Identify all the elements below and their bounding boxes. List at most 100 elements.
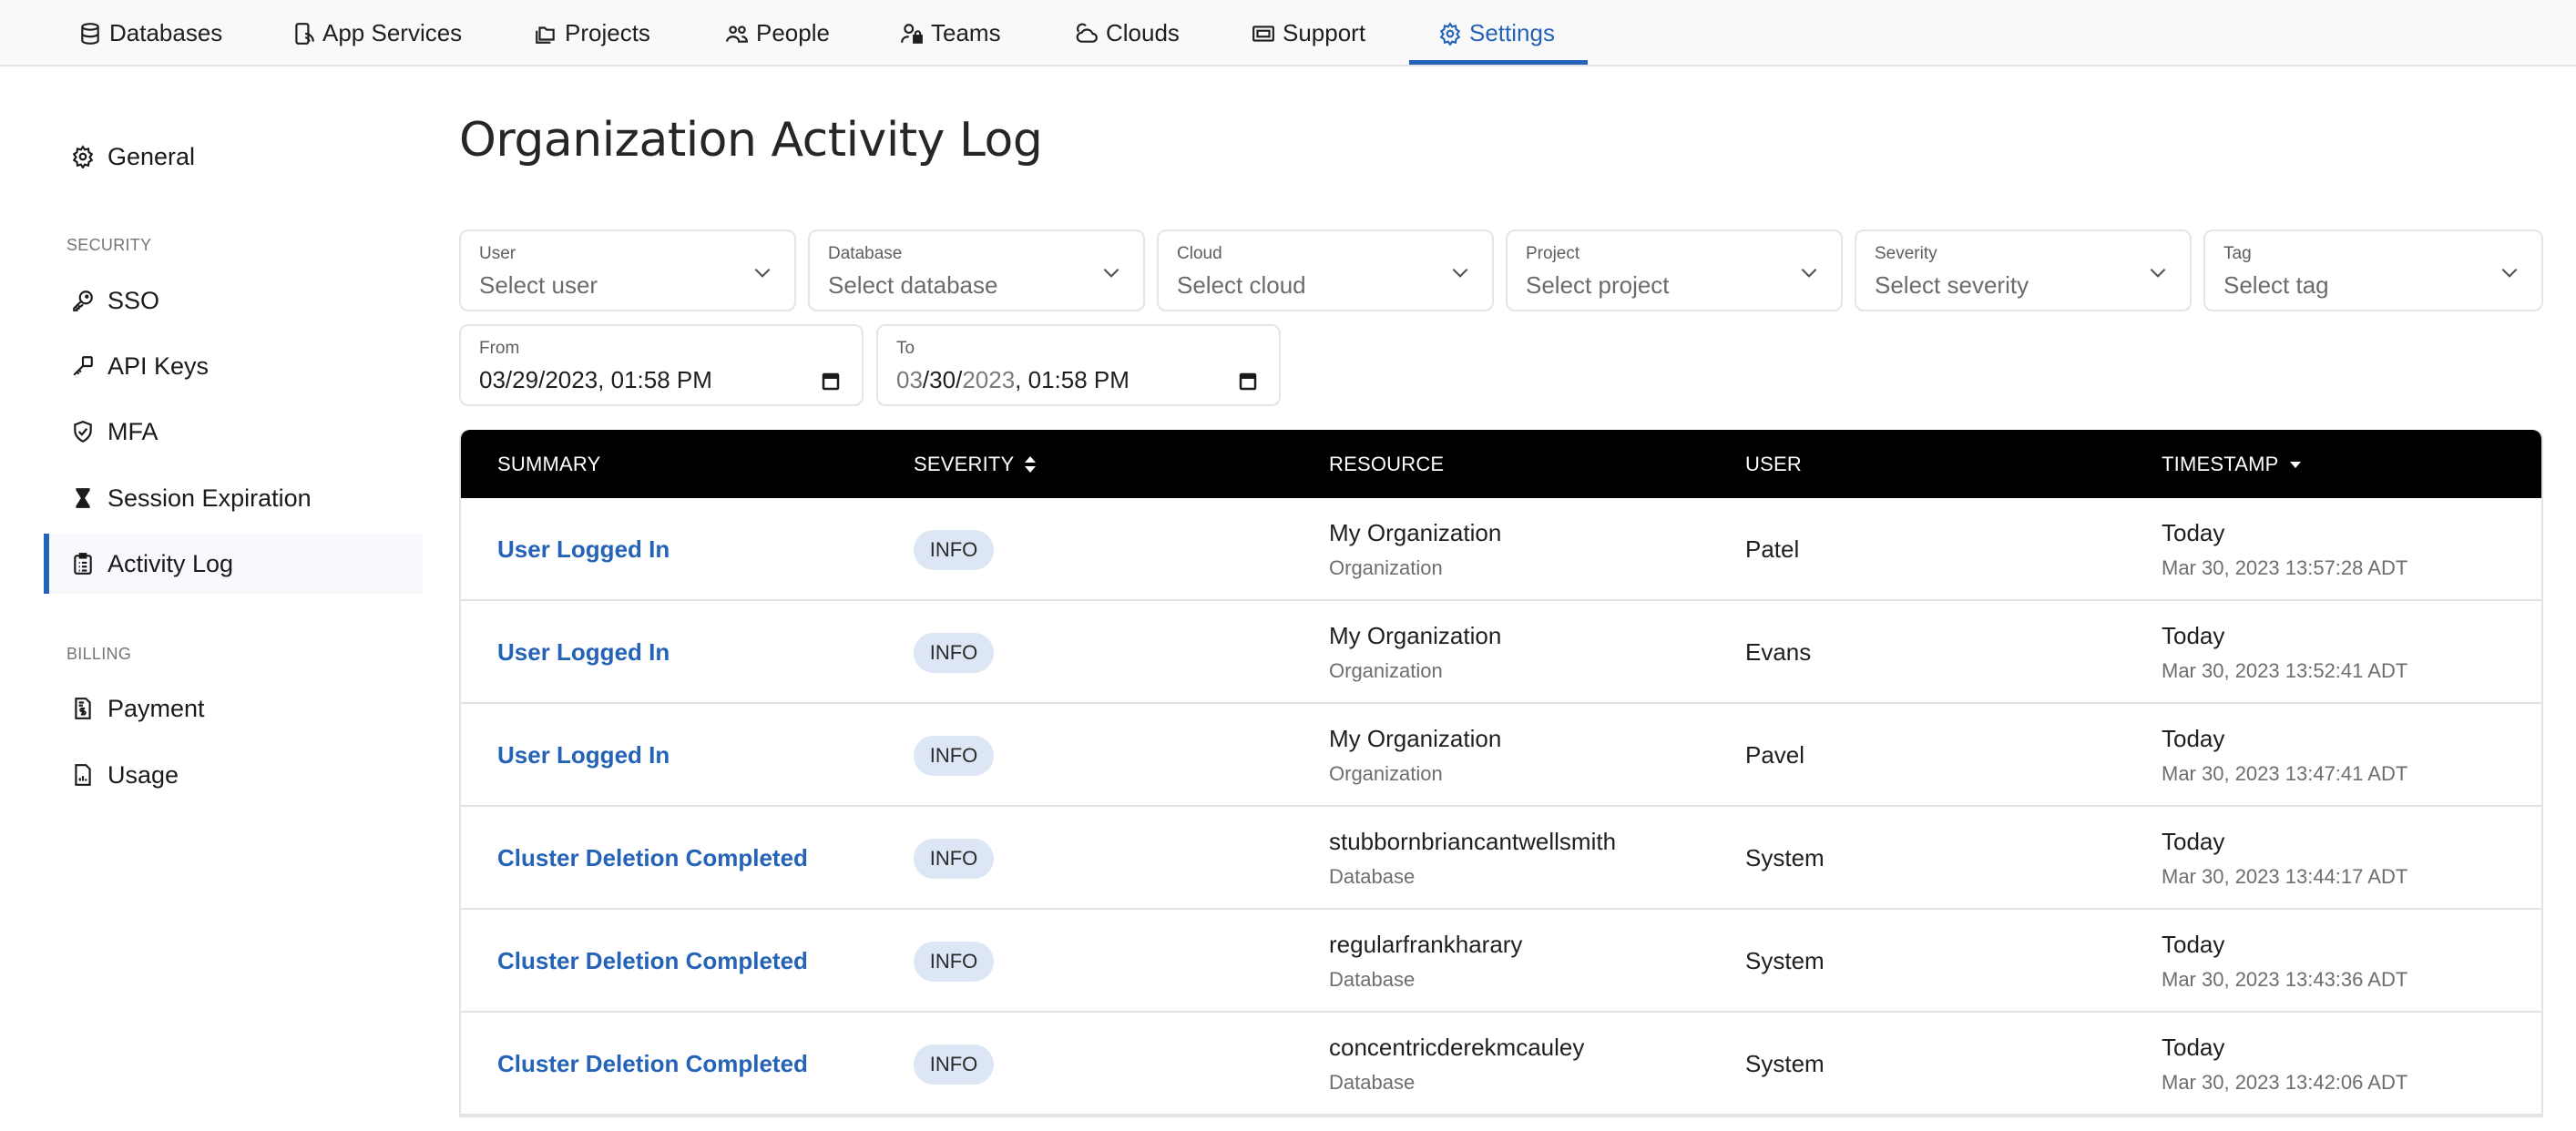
sort-both-icon[interactable]	[1023, 454, 1038, 474]
nav-label: Settings	[1469, 19, 1555, 46]
timestamp-day: Today	[2162, 931, 2225, 958]
filter-placeholder: Select user	[479, 271, 598, 299]
nav-clouds[interactable]: Clouds	[1075, 0, 1180, 66]
to-label: To	[896, 339, 915, 358]
activity-log-table: SUMMARY SEVERITY RESOURCE USER TIMESTAMP…	[459, 430, 2543, 1117]
ticket-icon	[1252, 25, 1274, 42]
from-datetime-input[interactable]: From 03/29/2023, 01:58 PM	[459, 324, 864, 406]
team-lock-icon	[901, 23, 923, 44]
sidebar-heading-security: SECURITY	[66, 236, 152, 254]
sidebar-item-api-keys[interactable]: API Keys	[44, 336, 423, 396]
resource-name: concentricderekmcauley	[1329, 1034, 1585, 1061]
timestamp-full: Mar 30, 2023 13:57:28 ADT	[2162, 556, 2408, 579]
calendar-icon[interactable]	[1237, 369, 1259, 392]
resource-name: My Organization	[1329, 622, 1502, 649]
gear-icon	[71, 145, 95, 168]
sidebar-item-activity-log[interactable]: Activity Log	[44, 534, 423, 594]
user-filter-select[interactable]: User Select user	[459, 229, 796, 311]
summary-link[interactable]: Cluster Deletion Completed	[497, 947, 808, 975]
chart-file-icon	[71, 763, 95, 787]
filter-placeholder: Select cloud	[1177, 271, 1306, 299]
sidebar-item-label: MFA	[107, 417, 158, 445]
tag-filter-select[interactable]: Tag Select tag	[2203, 229, 2543, 311]
calendar-icon[interactable]	[820, 369, 842, 392]
severity-badge: INFO	[914, 735, 994, 776]
cloud-filter-select[interactable]: Cloud Select cloud	[1157, 229, 1494, 311]
nav-people[interactable]: People	[725, 0, 830, 66]
filter-label: Cloud	[1177, 244, 1222, 263]
resource-type: Database	[1329, 1071, 1416, 1094]
sidebar-item-usage[interactable]: Usage	[44, 745, 423, 805]
sidebar-item-payment[interactable]: Payment	[44, 678, 423, 739]
nav-databases[interactable]: Databases	[78, 0, 222, 66]
shield-check-icon	[71, 420, 95, 443]
summary-link[interactable]: User Logged In	[497, 535, 670, 564]
chevron-down-icon	[1801, 268, 1817, 278]
hourglass-icon	[71, 486, 95, 510]
timestamp-day: Today	[2162, 519, 2225, 546]
filter-label: Database	[828, 244, 903, 263]
sidebar-item-general[interactable]: General	[44, 127, 423, 187]
timestamp-full: Mar 30, 2023 13:42:06 ADT	[2162, 1071, 2408, 1094]
gear-icon	[1439, 21, 1461, 46]
to-datetime-input[interactable]: To 03/30/2023, 01:58 PM	[876, 324, 1281, 406]
table-body: User Logged In INFO My Organization Orga…	[461, 498, 2541, 1116]
database-icon	[81, 22, 99, 45]
resource-type: Organization	[1329, 659, 1443, 682]
sidebar-heading-billing: BILLING	[66, 645, 132, 663]
filter-placeholder: Select database	[828, 271, 998, 299]
nav-support[interactable]: Support	[1252, 0, 1365, 66]
table-row: Cluster Deletion Completed INFO regularf…	[461, 910, 2541, 1013]
filter-label: User	[479, 244, 516, 263]
timestamp-day: Today	[2162, 622, 2225, 649]
sidebar-item-sso[interactable]: SSO	[44, 270, 423, 331]
timestamp-full: Mar 30, 2023 13:52:41 ADT	[2162, 659, 2408, 682]
resource-type: Database	[1329, 865, 1416, 888]
nav-teams[interactable]: Teams	[900, 0, 1001, 66]
column-header-timestamp[interactable]: TIMESTAMP	[2162, 430, 2303, 498]
nav-label: Projects	[565, 19, 650, 46]
sidebar-item-session-expiration[interactable]: Session Expiration	[44, 468, 423, 528]
nav-settings[interactable]: Settings	[1438, 0, 1555, 66]
timestamp-day: Today	[2162, 828, 2225, 855]
table-row: User Logged In INFO My Organization Orga…	[461, 498, 2541, 601]
sort-descending-icon[interactable]	[2288, 454, 2303, 474]
table-row: Cluster Deletion Completed INFO stubborn…	[461, 807, 2541, 910]
nav-label: People	[756, 19, 830, 46]
table-row: User Logged In INFO My Organization Orga…	[461, 704, 2541, 807]
summary-link[interactable]: User Logged In	[497, 741, 670, 769]
nav-projects[interactable]: Projects	[534, 0, 650, 66]
database-filter-select[interactable]: Database Select database	[808, 229, 1145, 311]
timestamp-day: Today	[2162, 1034, 2225, 1061]
severity-badge: INFO	[914, 632, 994, 673]
severity-badge: INFO	[914, 1044, 994, 1085]
table-header: SUMMARY SEVERITY RESOURCE USER TIMESTAMP	[461, 430, 2541, 498]
filter-label: Severity	[1875, 244, 1937, 263]
sidebar-item-mfa[interactable]: MFA	[44, 402, 423, 462]
timestamp-full: Mar 30, 2023 13:47:41 ADT	[2162, 762, 2408, 785]
active-tab-indicator	[1409, 60, 1588, 65]
project-filter-select[interactable]: Project Select project	[1506, 229, 1843, 311]
summary-link[interactable]: Cluster Deletion Completed	[497, 844, 808, 872]
resource-name: stubbornbriancantwellsmith	[1329, 828, 1617, 855]
people-icon	[726, 25, 748, 43]
nav-label: App Services	[322, 19, 463, 46]
user-name: Evans	[1745, 638, 1812, 666]
table-row: Cluster Deletion Completed INFO concentr…	[461, 1013, 2541, 1116]
severity-filter-select[interactable]: Severity Select severity	[1855, 229, 2192, 311]
column-header-severity[interactable]: SEVERITY	[914, 430, 1038, 498]
resource-name: regularfrankharary	[1329, 931, 1523, 958]
timestamp-day: Today	[2162, 725, 2225, 752]
chevron-down-icon	[1452, 268, 1468, 278]
filter-placeholder: Select project	[1526, 271, 1670, 299]
chevron-down-icon	[1103, 268, 1119, 278]
api-key-icon	[71, 354, 95, 378]
summary-link[interactable]: Cluster Deletion Completed	[497, 1050, 808, 1078]
top-navigation: Databases App Services Projects People T…	[0, 0, 2576, 66]
filter-placeholder: Select severity	[1875, 271, 2029, 299]
summary-link[interactable]: User Logged In	[497, 638, 670, 667]
timestamp-full: Mar 30, 2023 13:43:36 ADT	[2162, 968, 2408, 991]
nav-app-services[interactable]: App Services	[291, 0, 462, 66]
resource-name: My Organization	[1329, 725, 1502, 752]
page-title: Organization Activity Log	[459, 113, 1043, 168]
